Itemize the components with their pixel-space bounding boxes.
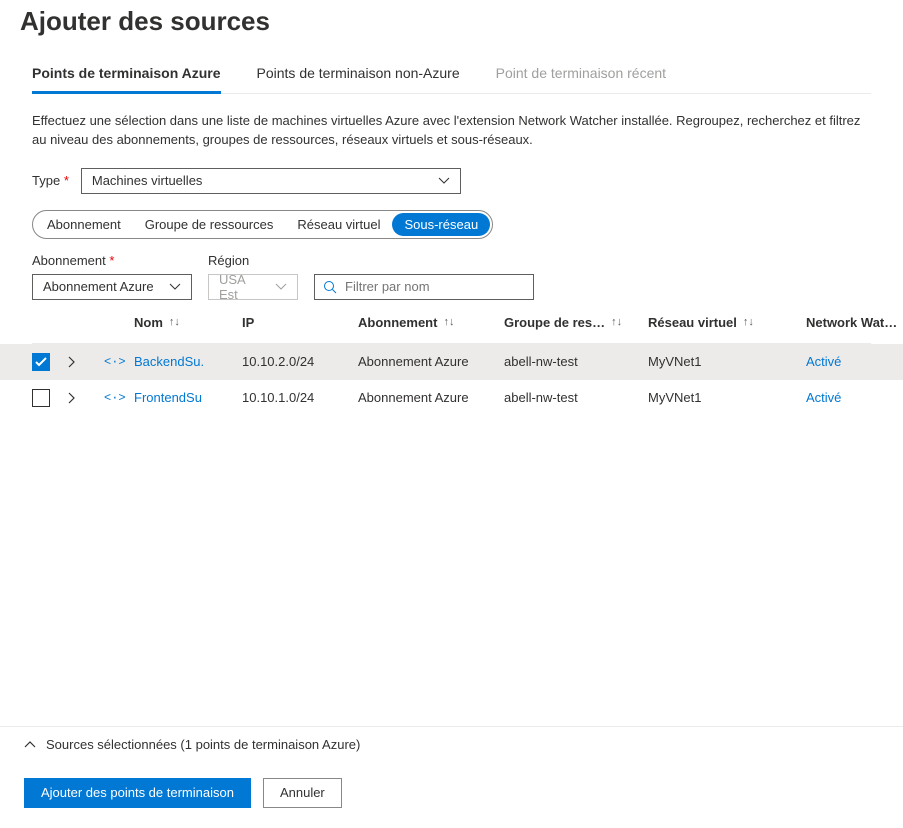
type-label: Type * (32, 173, 69, 188)
row-checkbox[interactable] (32, 353, 50, 371)
subnet-icon: <·> (104, 355, 134, 369)
region-filter-value: USA Est (219, 272, 265, 302)
tabs: Points de terminaison Azure Points de te… (32, 65, 871, 94)
column-header-name[interactable]: Nom↑↓ (134, 315, 242, 330)
row-name-link[interactable]: BackendSu. (134, 354, 242, 369)
region-filter-label: Région (208, 253, 298, 268)
row-resource-group: abell-nw-test (504, 390, 648, 405)
table-header: Nom↑↓ IP Abonnement↑↓ Groupe de res…↑↓ R… (32, 308, 871, 344)
selected-sources-collapse[interactable]: Sources sélectionnées (1 points de termi… (0, 726, 903, 762)
name-filter-input[interactable] (343, 278, 525, 295)
add-endpoints-button[interactable]: Ajouter des points de terminaison (24, 778, 251, 808)
tab-recent-endpoint[interactable]: Point de terminaison récent (496, 65, 666, 93)
pill-subnet[interactable]: Sous-réseau (392, 213, 490, 236)
type-dropdown-value: Machines virtuelles (92, 173, 203, 188)
subscription-filter-dropdown[interactable]: Abonnement Azure (32, 274, 192, 300)
group-by-pillbar: Abonnement Groupe de ressources Réseau v… (32, 210, 493, 239)
row-name-link[interactable]: FrontendSu (134, 390, 242, 405)
search-icon (323, 280, 337, 294)
chevron-down-icon (169, 283, 181, 291)
page-title: Ajouter des sources (20, 6, 903, 37)
column-header-ip[interactable]: IP (242, 315, 358, 330)
expand-row-icon[interactable] (68, 392, 104, 404)
row-ip: 10.10.2.0/24 (242, 354, 358, 369)
chevron-up-icon (24, 740, 36, 748)
sort-icon: ↑↓ (611, 316, 622, 328)
table-row[interactable]: <·> FrontendSu 10.10.1.0/24 Abonnement A… (0, 380, 903, 416)
description-text: Effectuez une sélection dans une liste d… (32, 112, 871, 150)
pill-resource-group[interactable]: Groupe de ressources (133, 213, 286, 236)
row-ip: 10.10.1.0/24 (242, 390, 358, 405)
region-filter-dropdown[interactable]: USA Est (208, 274, 298, 300)
pill-subscription[interactable]: Abonnement (35, 213, 133, 236)
sort-icon: ↑↓ (743, 316, 754, 328)
selected-sources-label: Sources sélectionnées (1 points de termi… (46, 737, 360, 752)
subscription-filter-label: Abonnement * (32, 253, 192, 268)
type-dropdown[interactable]: Machines virtuelles (81, 168, 461, 194)
tab-azure-endpoints[interactable]: Points de terminaison Azure (32, 65, 221, 94)
expand-row-icon[interactable] (68, 356, 104, 368)
row-resource-group: abell-nw-test (504, 354, 648, 369)
row-subscription: Abonnement Azure (358, 390, 504, 405)
table-row[interactable]: <·> BackendSu. 10.10.2.0/24 Abonnement A… (0, 344, 903, 380)
cancel-button[interactable]: Annuler (263, 778, 342, 808)
row-network-watcher-status[interactable]: Activé (806, 354, 902, 369)
row-checkbox[interactable] (32, 389, 50, 407)
sort-icon: ↑↓ (443, 316, 454, 328)
required-asterisk: * (109, 253, 114, 268)
subscription-filter-value: Abonnement Azure (43, 279, 154, 294)
row-virtual-network: MyVNet1 (648, 354, 806, 369)
column-header-subscription[interactable]: Abonnement↑↓ (358, 315, 504, 330)
name-filter-search[interactable] (314, 274, 534, 300)
sort-icon: ↑↓ (169, 316, 180, 328)
row-virtual-network: MyVNet1 (648, 390, 806, 405)
chevron-down-icon (438, 177, 450, 185)
column-header-resource-group[interactable]: Groupe de res…↑↓ (504, 315, 648, 330)
chevron-down-icon (275, 283, 287, 291)
row-network-watcher-status[interactable]: Activé (806, 390, 902, 405)
column-header-network-watcher[interactable]: Network Wat… (806, 315, 902, 330)
tab-non-azure-endpoints[interactable]: Points de terminaison non-Azure (257, 65, 460, 93)
column-header-virtual-network[interactable]: Réseau virtuel↑↓ (648, 315, 806, 330)
footer-actions: Ajouter des points de terminaison Annule… (0, 762, 903, 828)
pill-virtual-network[interactable]: Réseau virtuel (285, 213, 392, 236)
subnet-icon: <·> (104, 391, 134, 405)
row-subscription: Abonnement Azure (358, 354, 504, 369)
required-asterisk: * (64, 173, 69, 188)
